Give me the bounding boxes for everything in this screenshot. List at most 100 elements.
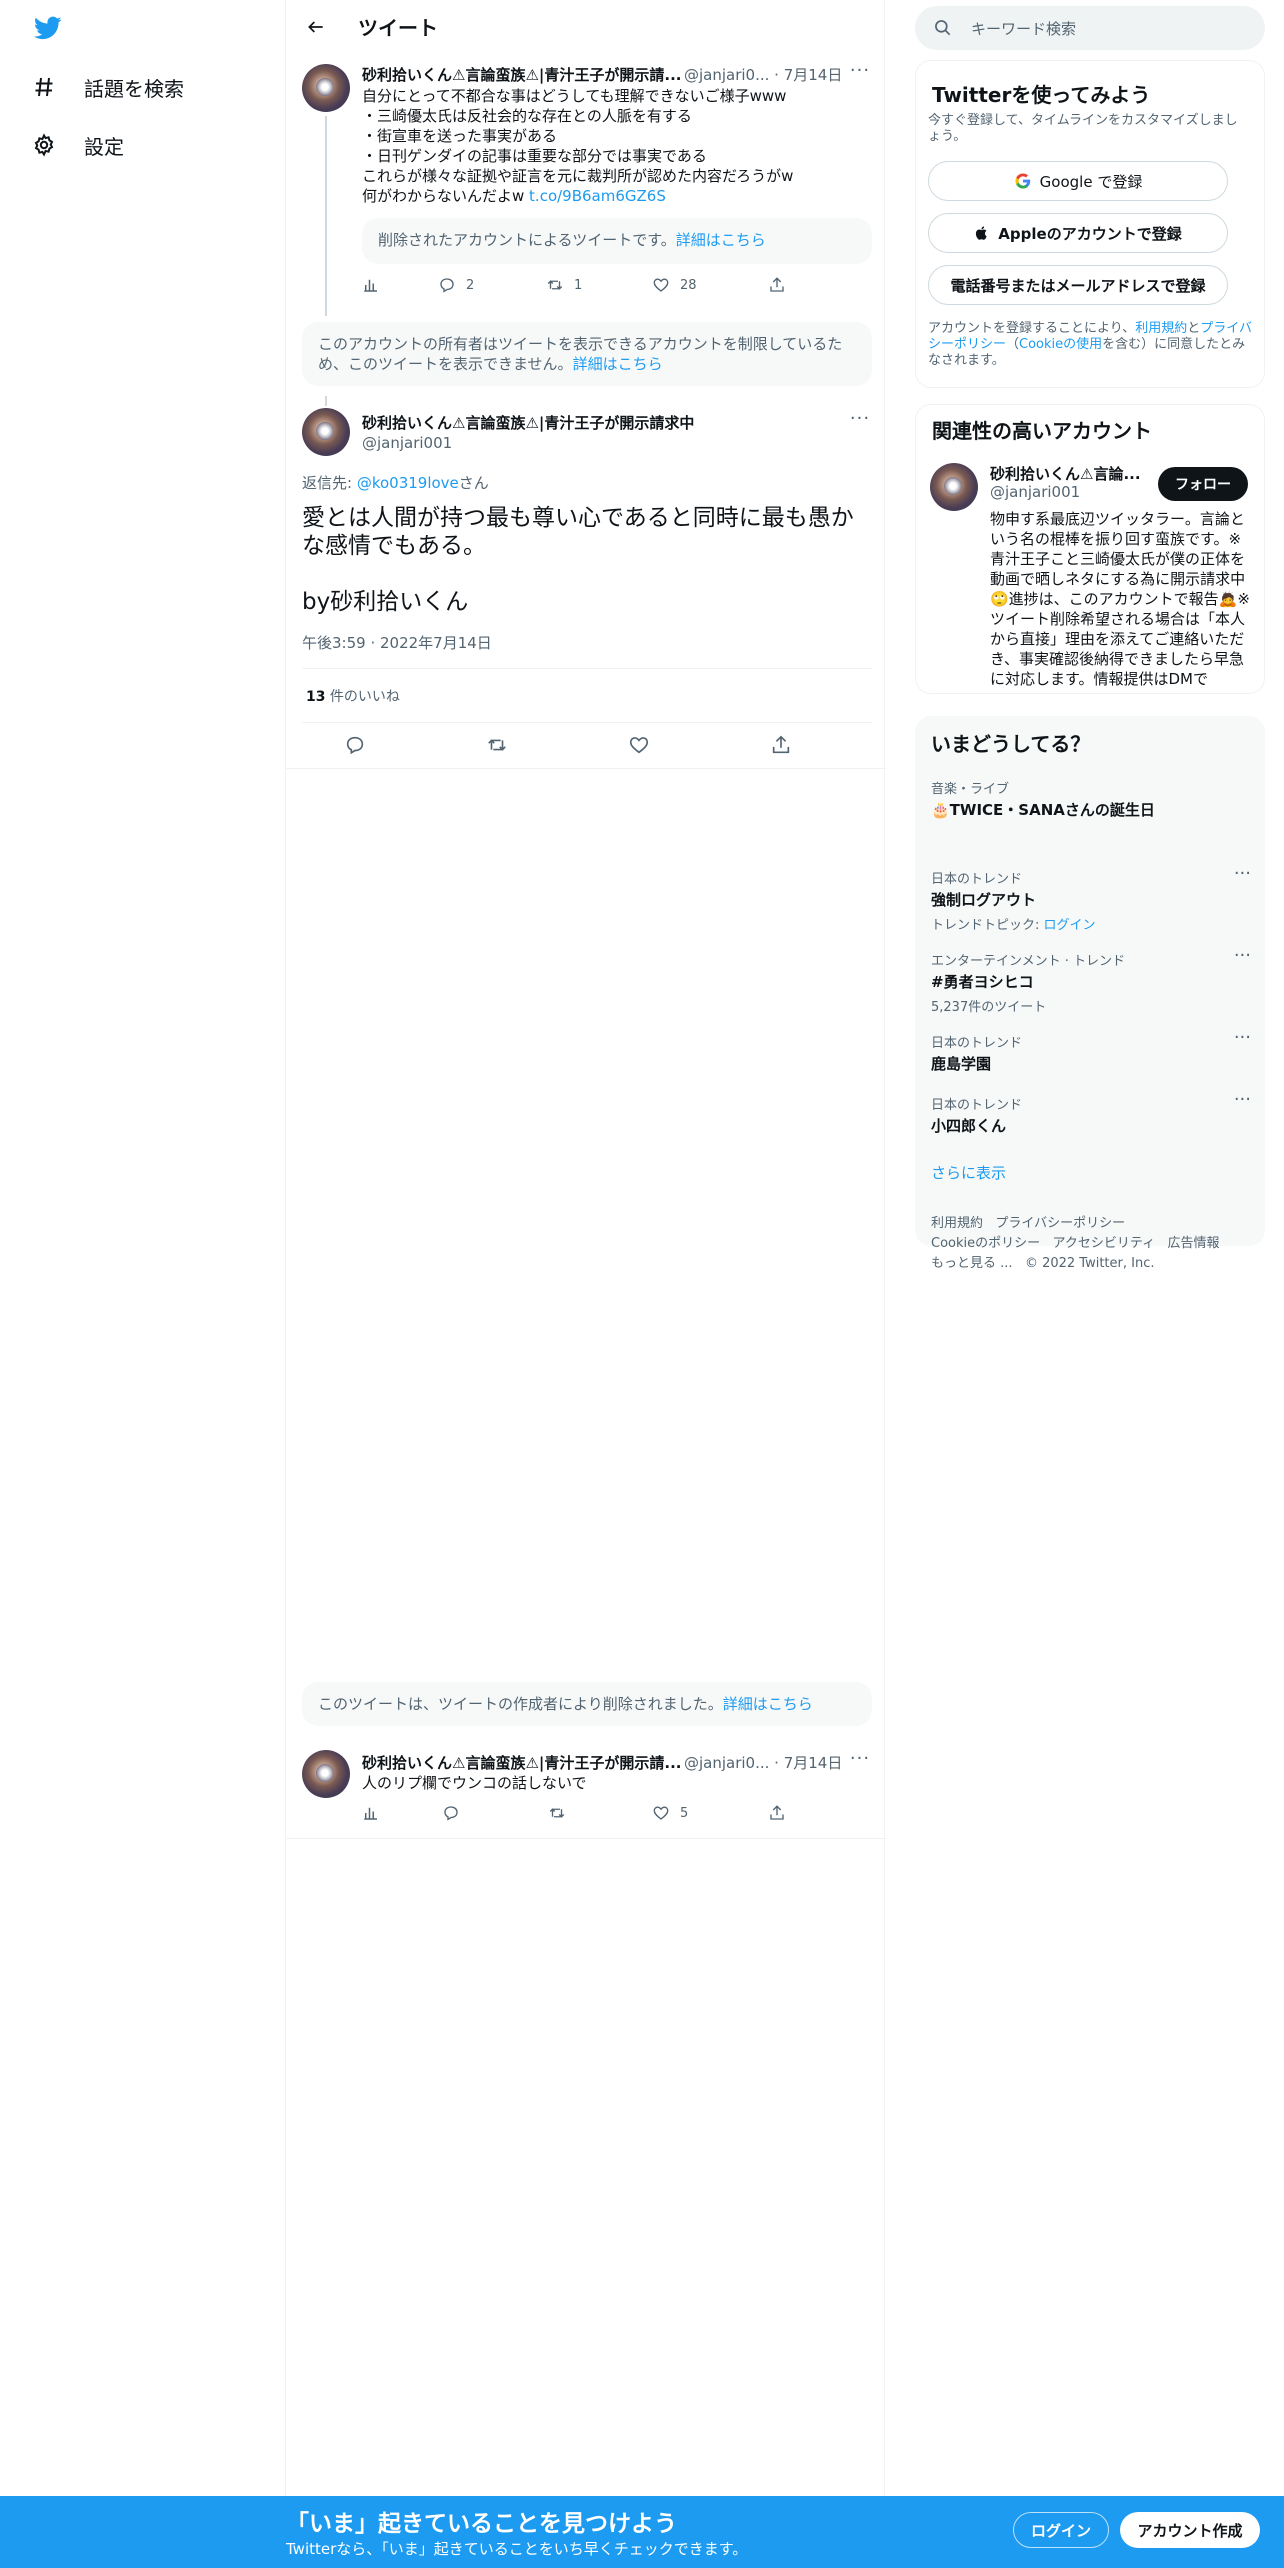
- learn-more-link[interactable]: 詳細はこちら: [573, 355, 663, 373]
- retweet-button[interactable]: [548, 1804, 566, 1822]
- tweet-handle-time[interactable]: @janjari0... · 7月14日: [684, 64, 842, 85]
- avatar[interactable]: [302, 408, 350, 456]
- tweet-link[interactable]: t.co/9B6am6GZ6S: [529, 187, 666, 205]
- google-signup-button[interactable]: Google で登録: [928, 161, 1228, 201]
- avatar[interactable]: [930, 463, 978, 511]
- learn-more-link[interactable]: 詳細はこちら: [676, 231, 766, 249]
- twitter-logo-icon[interactable]: [32, 14, 64, 42]
- tweet-actions: 2 1 28: [362, 276, 872, 298]
- analytics-button[interactable]: [362, 276, 380, 294]
- reply-to-label: 返信先:: [302, 474, 357, 492]
- analytics-icon: [364, 1807, 377, 1820]
- legal-mid: と: [1187, 321, 1201, 336]
- tweet-handle[interactable]: @janjari001: [362, 434, 452, 452]
- show-more-link[interactable]: さらに表示: [931, 1162, 1006, 1183]
- quoted-notice-text: 削除されたアカウントによるツイートです。: [378, 231, 676, 249]
- more-icon[interactable]: ···: [848, 1750, 872, 1772]
- follow-button[interactable]: フォロー: [1158, 467, 1248, 501]
- create-account-label: アカウント作成: [1137, 2521, 1243, 2540]
- search-input[interactable]: キーワード検索: [915, 6, 1265, 50]
- learn-more-link[interactable]: 詳細はこちら: [723, 1695, 813, 1713]
- more-icon[interactable]: ···: [1234, 865, 1251, 883]
- footer-accessibility-link[interactable]: アクセシビリティ: [1053, 1236, 1156, 1251]
- apple-icon: [976, 226, 987, 240]
- reply-button[interactable]: 2: [438, 276, 474, 294]
- tweet-text: 自分にとって不都合な事はどうしても理解できないご様子www ・三崎優太氏は反社会…: [362, 86, 872, 206]
- like-button[interactable]: 5: [652, 1804, 688, 1822]
- phone-email-signup-label: 電話番号またはメールアドレスで登録: [950, 276, 1206, 295]
- login-button[interactable]: ログイン: [1013, 2512, 1109, 2548]
- restricted-tweet-notice: このアカウントの所有者はツイートを表示できるアカウントを制限しているため、このツ…: [302, 322, 872, 386]
- nav-explore[interactable]: 話題を検索: [30, 62, 184, 112]
- divider: [286, 1838, 886, 1839]
- phone-email-signup-button[interactable]: 電話番号またはメールアドレスで登録: [928, 265, 1228, 305]
- tweet-handle-time[interactable]: @janjari0... · 7月14日: [684, 1752, 842, 1773]
- footer-ads-link[interactable]: 広告情報: [1168, 1236, 1220, 1251]
- more-icon[interactable]: ···: [1234, 1091, 1251, 1109]
- divider: [302, 722, 872, 723]
- more-icon[interactable]: ···: [1234, 947, 1251, 965]
- legal-mid2: （: [1006, 337, 1020, 352]
- trend-topic-link[interactable]: ログイン: [1044, 918, 1096, 933]
- tweet-timestamp[interactable]: 午後3:59 · 2022年7月14日: [302, 632, 492, 653]
- trends-title: いまどうしてる？: [931, 732, 1091, 756]
- trend-sub: トレンドトピック: ログイン: [931, 914, 1251, 933]
- tweet-text: 人のリプ欄でウンコの話しないで: [362, 1774, 587, 1792]
- analytics-button[interactable]: [362, 1804, 380, 1822]
- deleted-notice-text: このツイートは、ツイートの作成者により削除されました。: [318, 1695, 723, 1713]
- gear-icon: [30, 131, 58, 159]
- reply-icon: [444, 1806, 458, 1821]
- heart-icon: [653, 278, 669, 292]
- footer-terms-link[interactable]: 利用規約: [931, 1216, 983, 1231]
- nav-settings[interactable]: 設定: [30, 120, 124, 170]
- share-button[interactable]: [768, 276, 786, 294]
- avatar[interactable]: [302, 64, 350, 112]
- create-account-button[interactable]: アカウント作成: [1120, 2512, 1260, 2548]
- reply-to-suffix: さん: [458, 474, 489, 492]
- like-button[interactable]: [628, 734, 650, 756]
- footer-links: 利用規約 プライバシーポリシー Cookieのポリシー アクセシビリティ 広告情…: [931, 1214, 1251, 1274]
- footer-cookie-link[interactable]: Cookieのポリシー: [931, 1236, 1040, 1251]
- likes-label: 件のいいね: [325, 689, 400, 705]
- tweet-author-name[interactable]: 砂利拾いくん⚠言論蛮族⚠|青汁王子が開示請求中: [362, 412, 822, 433]
- trend-item[interactable]: 日本のトレンド 鹿島学園 ···: [931, 1029, 1251, 1074]
- trend-item[interactable]: エンターテインメント · トレンド #勇者ヨシヒコ 5,237件のツイート ··…: [931, 947, 1251, 1016]
- cookie-link[interactable]: Cookieの使用: [1019, 337, 1102, 352]
- avatar[interactable]: [302, 1750, 350, 1798]
- share-button[interactable]: [768, 1804, 786, 1822]
- tweet-author-name[interactable]: 砂利拾いくん⚠言論蛮族⚠|青汁王子が開示請...: [362, 1752, 680, 1773]
- related-account-name[interactable]: 砂利拾いくん⚠言論...: [990, 463, 1140, 484]
- main-tweet-text: 愛とは人間が持つ最も尊い心であると同時に最も愚かな感情でもある。 by砂利拾いく…: [302, 505, 854, 615]
- signup-card: Twitterを使ってみよう 今すぐ登録して、タイムラインをカスタマイズしましょ…: [915, 60, 1265, 388]
- like-button[interactable]: 28: [652, 276, 697, 294]
- retweet-button[interactable]: [486, 734, 508, 756]
- divider: [302, 668, 872, 669]
- apple-signup-button[interactable]: Appleのアカウントで登録: [928, 213, 1228, 253]
- tweet-author-name[interactable]: 砂利拾いくん⚠言論蛮族⚠|青汁王子が開示請...: [362, 64, 680, 85]
- trend-item[interactable]: 音楽・ライブ 🎂TWICE・SANAさんの誕生日: [931, 778, 1251, 820]
- trend-item[interactable]: 日本のトレンド 小四郎くん ···: [931, 1091, 1251, 1136]
- reply-button[interactable]: [344, 734, 366, 756]
- retweet-button[interactable]: 1: [546, 276, 582, 294]
- footer-more-link[interactable]: もっと見る ...: [931, 1256, 1013, 1271]
- signup-title: Twitterを使ってみよう: [932, 83, 1151, 107]
- trend-item[interactable]: 日本のトレンド 強制ログアウト トレンドトピック: ログイン ···: [931, 865, 1251, 934]
- reply-to-line: 返信先: @ko0319loveさん: [302, 472, 489, 493]
- likes-count: 13: [306, 689, 326, 705]
- more-icon[interactable]: ···: [848, 62, 872, 84]
- likes-summary[interactable]: 13 件のいいね: [306, 686, 400, 706]
- reply-button[interactable]: [442, 1804, 460, 1822]
- more-icon[interactable]: ···: [1234, 1029, 1251, 1047]
- share-button[interactable]: [770, 734, 792, 756]
- share-icon: [772, 735, 790, 754]
- thread-line: [325, 116, 327, 316]
- reply-to-user[interactable]: @ko0319love: [357, 474, 459, 492]
- more-icon[interactable]: ···: [848, 410, 872, 432]
- related-account-handle[interactable]: @janjari001: [990, 483, 1080, 501]
- trend-context: 日本のトレンド: [931, 1036, 1023, 1051]
- legal-pre: アカウントを登録することにより、: [928, 321, 1136, 336]
- footer-privacy-link[interactable]: プライバシーポリシー: [995, 1216, 1125, 1231]
- retweet-count: 1: [574, 277, 583, 293]
- back-arrow-icon[interactable]: [302, 13, 330, 41]
- terms-link[interactable]: 利用規約: [1135, 321, 1187, 336]
